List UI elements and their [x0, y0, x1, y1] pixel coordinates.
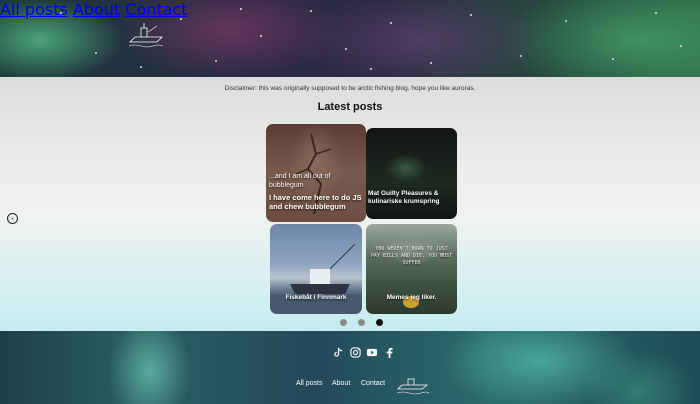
instagram-icon[interactable] — [349, 346, 361, 358]
social-links — [332, 346, 400, 358]
post-card[interactable]: Mat Guilty Pleasures & kulinariske krums… — [366, 128, 457, 219]
post-title: Memes jeg liker. — [386, 294, 437, 301]
post-subtitle: ...and I am all out of bubblegum — [269, 173, 331, 189]
youtube-icon[interactable] — [366, 346, 378, 358]
facebook-icon[interactable] — [383, 346, 395, 358]
nav-about[interactable]: About — [73, 0, 120, 19]
nav-all-posts[interactable]: All posts — [0, 0, 68, 19]
post-card[interactable]: YOU WEREN'T BORN TO JUST PAY BILLS AND D… — [366, 224, 457, 314]
chevron-left-icon: ‹ — [11, 214, 14, 223]
carousel-dots — [340, 319, 394, 326]
post-title: Fiskebåt i Finnmark — [285, 294, 347, 301]
site-header: All posts About Contact — [0, 0, 700, 77]
main-nav: All posts About Contact — [0, 0, 700, 19]
carousel-dot-1[interactable] — [340, 319, 347, 326]
footer-nav-all-posts[interactable]: All posts — [296, 380, 322, 387]
post-card[interactable]: Fiskebåt i Finnmark — [270, 224, 362, 314]
main-content: Disclaimer: this was originally supposed… — [0, 77, 700, 331]
carousel-dot-3[interactable] — [376, 319, 383, 326]
post-card[interactable]: ...and I am all out of bubblegum I have … — [266, 124, 366, 222]
fishing-boat-logo[interactable] — [127, 22, 165, 52]
nav-contact[interactable]: Contact — [125, 0, 187, 19]
carousel-dot-2[interactable] — [358, 319, 365, 326]
tiktok-icon[interactable] — [332, 346, 344, 358]
latest-posts-heading: Latest posts — [317, 101, 383, 113]
fishing-boat-logo[interactable] — [396, 375, 430, 397]
disclaimer-text: Disclaimer: this was originally supposed… — [224, 85, 476, 92]
post-title: I have come here to do JS and chew bubbl… — [269, 193, 362, 211]
site-footer: All posts About Contact — [0, 331, 700, 404]
meme-image-text: YOU WEREN'T BORN TO JUST PAY BILLS AND D… — [370, 246, 453, 266]
carousel-prev-button[interactable]: ‹ — [7, 213, 18, 224]
footer-nav-contact[interactable]: Contact — [361, 380, 385, 387]
footer-nav-about[interactable]: About — [332, 380, 350, 387]
post-title: Mat Guilty Pleasures & kulinariske krums… — [368, 190, 440, 205]
